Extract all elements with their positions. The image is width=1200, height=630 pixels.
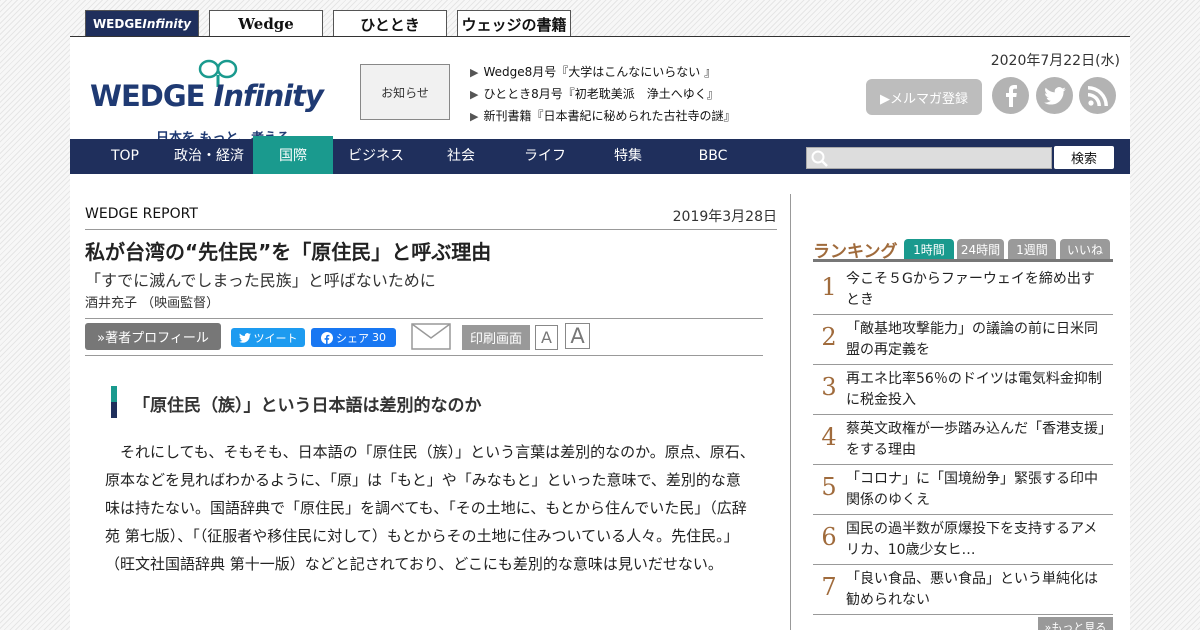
article-section: WEDGE REPORT — [85, 206, 198, 222]
site-logo[interactable]: WEDGE Infinity 日本を もっと、考える — [88, 57, 324, 146]
twitter-button[interactable] — [1036, 77, 1073, 114]
twitter-bird-icon — [238, 332, 251, 343]
nav-item-politics-economy[interactable]: 政治・経済 — [169, 139, 249, 174]
share-label: シェア — [336, 331, 369, 345]
main-nav: TOP 政治・経済 国際 ビジネス 社会 ライフ 特集 BBC 検索 — [70, 136, 1130, 174]
ranking-list: 1 今こそ５Gからファーウェイを締め出すとき 2 「敵基地攻撃能力」の議論の前に… — [813, 265, 1113, 615]
divider — [85, 318, 763, 319]
rss-button[interactable] — [1079, 77, 1116, 114]
article-heading: 「原住民（族）」という日本語は差別的なのか — [133, 396, 482, 416]
ranking-tab-likes[interactable]: いいね — [1060, 239, 1110, 259]
ranking-tab-1w[interactable]: 1週間 — [1008, 239, 1056, 259]
site-tab-label: WEDGE — [92, 17, 143, 31]
author-profile-button[interactable]: »著者プロフィール — [85, 323, 221, 350]
ranking-item[interactable]: 1 今こそ５Gからファーウェイを締め出すとき — [813, 265, 1113, 315]
triangle-bullet-icon: ▶ — [470, 66, 479, 79]
headline-item[interactable]: ▶ 新刊書籍『日本書紀に秘められた古社寺の謎』 — [470, 105, 735, 127]
ranking-item[interactable]: 5 「コロナ」に「国境紛争」緊張する印中関係のゆくえ — [813, 465, 1113, 515]
rank-number: 4 — [821, 423, 837, 451]
headline-text: ひととき8月号『初老耽美派 浄土へゆく』 — [483, 87, 719, 101]
article-date: 2019年3月28日 — [672, 209, 777, 225]
site-tab-label-infinity: Infinity — [142, 17, 192, 31]
triangle-bullet-icon: ▶ — [470, 88, 479, 101]
mailmag-signup-button[interactable]: ▶メルマガ登録 — [866, 79, 982, 115]
headline-text: Wedge8月号『大学はこんなにいらない 』 — [483, 65, 717, 79]
ranking-tab-24h[interactable]: 24時間 — [957, 239, 1004, 259]
search-icon — [811, 150, 828, 167]
tweet-button[interactable]: ツイート — [231, 328, 305, 347]
mail-icon[interactable] — [411, 323, 451, 350]
rank-number: 3 — [821, 373, 837, 401]
nav-item-international[interactable]: 国際 — [253, 136, 333, 174]
rank-title: 国民の過半数が原爆投下を支持するアメリカ、10歳少女ヒ… — [846, 521, 1098, 558]
rank-number: 1 — [821, 273, 837, 301]
site-tab-wedge[interactable]: Wedge — [209, 10, 323, 37]
headline-item[interactable]: ▶ Wedge8月号『大学はこんなにいらない 』 — [470, 61, 735, 83]
rank-title: 「良い食品、悪い食品」という単純化は勧められない — [846, 571, 1098, 608]
nav-item-top[interactable]: TOP — [85, 139, 165, 174]
search-input[interactable] — [806, 147, 1052, 169]
article-title: 私が台湾の“先住民”を「原住民」と呼ぶ理由 — [85, 240, 492, 264]
facebook-icon — [1005, 84, 1017, 107]
rank-number: 2 — [821, 323, 837, 351]
rank-number: 5 — [821, 473, 837, 501]
nav-item-bbc[interactable]: BBC — [673, 139, 753, 174]
rank-number: 6 — [821, 523, 837, 551]
column-divider — [790, 194, 791, 630]
divider — [85, 355, 763, 356]
nav-item-feature[interactable]: 特集 — [588, 139, 668, 174]
article-author: 酒井充子 （映画監督） — [85, 296, 220, 311]
current-date: 2020年7月22日(水) — [990, 53, 1120, 69]
logo-infinity: Infinity — [213, 79, 324, 113]
rank-title: 今こそ５Gからファーウェイを締め出すとき — [846, 271, 1095, 308]
notice-box[interactable]: お知らせ — [360, 64, 450, 120]
rank-title: 「コロナ」に「国境紛争」緊張する印中関係のゆくえ — [846, 471, 1098, 508]
ranking-item[interactable]: 2 「敵基地攻撃能力」の議論の前に日米同盟の再定義を — [813, 315, 1113, 365]
facebook-icon — [321, 331, 333, 344]
site-tabs: WEDGE Infinity Wedge ひととき ウェッジの書籍 — [85, 10, 571, 37]
logo-wordmark: WEDGE Infinity — [90, 79, 324, 113]
share-count: 30 — [372, 331, 386, 344]
ranking-item[interactable]: 7 「良い食品、悪い食品」という単純化は勧められない — [813, 565, 1113, 615]
font-size-small-button[interactable]: A — [535, 325, 558, 350]
page: WEDGE Infinity 日本を もっと、考える お知らせ ▶ Wedge8月… — [70, 36, 1130, 630]
rss-icon — [1087, 85, 1108, 106]
rank-title: 「敵基地攻撃能力」の議論の前に日米同盟の再定義を — [846, 321, 1098, 358]
heading-marker — [111, 386, 117, 418]
nav-item-business[interactable]: ビジネス — [336, 139, 416, 174]
nav-item-society[interactable]: 社会 — [421, 139, 501, 174]
search-button[interactable]: 検索 — [1054, 146, 1114, 169]
logo-wedge: WEDGE — [90, 79, 205, 113]
triangle-bullet-icon: ▶ — [470, 110, 479, 123]
article-subtitle: 「すでに滅んでしまった民族」と呼ばないために — [85, 271, 436, 290]
divider — [85, 229, 777, 230]
rank-number: 7 — [821, 573, 837, 601]
site-tab-wedge-infinity[interactable]: WEDGE Infinity — [85, 10, 199, 37]
twitter-bird-icon — [1043, 86, 1066, 105]
facebook-button[interactable] — [992, 77, 1029, 114]
site-tab-books[interactable]: ウェッジの書籍 — [457, 10, 571, 37]
print-button[interactable]: 印刷画面 — [462, 325, 530, 350]
font-size-large-button[interactable]: A — [565, 323, 590, 349]
headline-item[interactable]: ▶ ひととき8月号『初老耽美派 浄土へゆく』 — [470, 83, 735, 105]
rank-title: 蔡英文政権が一歩踏み込んだ「香港支援」をする理由 — [846, 421, 1105, 458]
ranking-tab-1h[interactable]: 1時間 — [904, 239, 954, 259]
nav-item-life[interactable]: ライフ — [505, 139, 585, 174]
rank-title: 再エネ比率56％のドイツは電気料金抑制に税金投入 — [846, 371, 1102, 408]
ranking-item[interactable]: 3 再エネ比率56％のドイツは電気料金抑制に税金投入 — [813, 365, 1113, 415]
headline-text: 新刊書籍『日本書紀に秘められた古社寺の謎』 — [483, 109, 736, 123]
ranking-item[interactable]: 4 蔡英文政権が一歩踏み込んだ「香港支援」をする理由 — [813, 415, 1113, 465]
ranking-item[interactable]: 6 国民の過半数が原爆投下を支持するアメリカ、10歳少女ヒ… — [813, 515, 1113, 565]
article-body: それにしても、そもそも、日本語の「原住民（族）」という言葉は差別的なのか。原点、… — [105, 443, 755, 573]
tweet-label: ツイート — [253, 331, 298, 345]
ranking-rule — [813, 259, 1113, 262]
facebook-share-button[interactable]: シェア 30 — [311, 328, 396, 347]
headline-list: ▶ Wedge8月号『大学はこんなにいらない 』 ▶ ひととき8月号『初老耽美派 浄… — [470, 61, 735, 127]
site-tab-hitotoki[interactable]: ひととき — [333, 10, 447, 37]
ranking-more-button[interactable]: »もっと見る — [1038, 617, 1113, 630]
